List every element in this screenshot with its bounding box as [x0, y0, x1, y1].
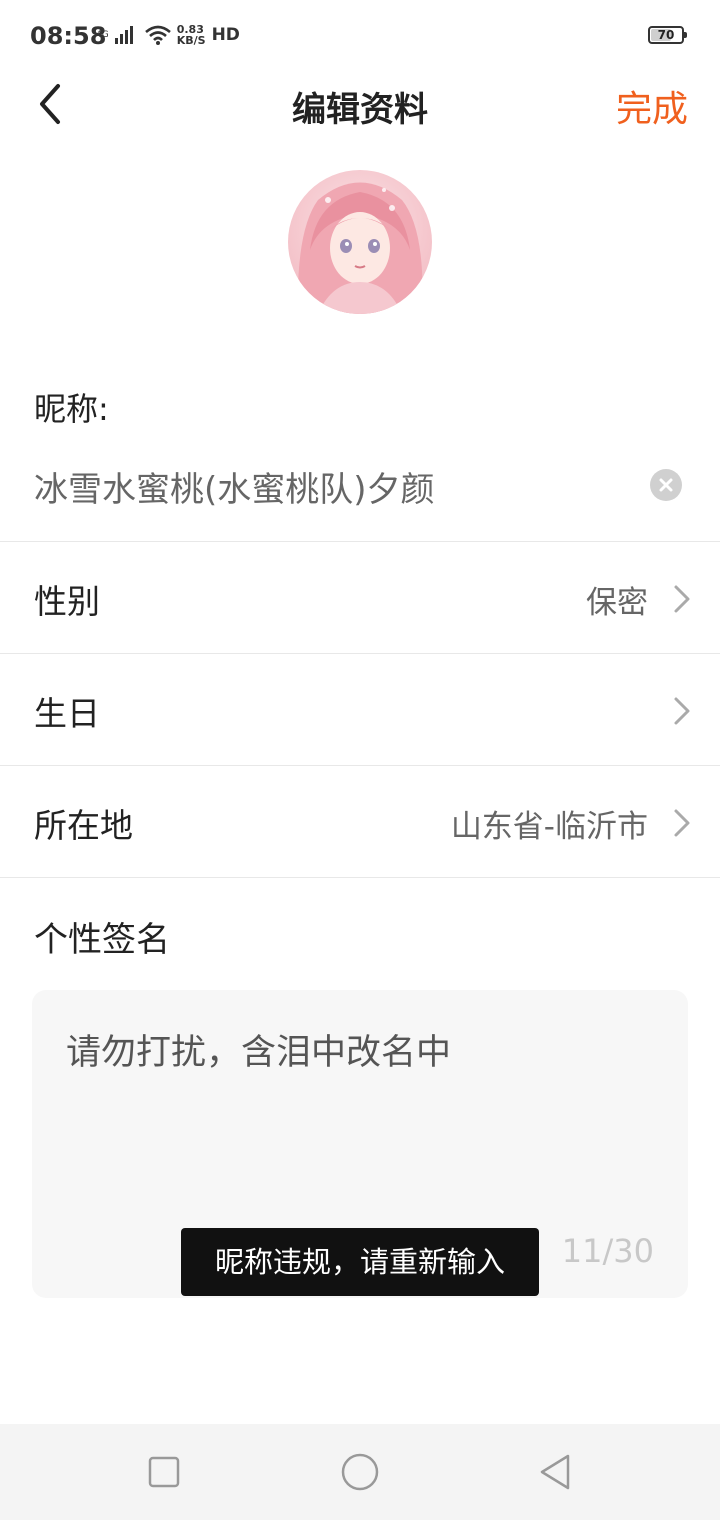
- battery-level: 70: [657, 28, 675, 42]
- status-bar: 08:58 4G 0.83 KB/S HD 70: [0, 0, 720, 72]
- chevron-right-icon: [674, 697, 690, 725]
- location-label: 所在地: [34, 806, 133, 845]
- toast-message: 昵称违规，请重新输入: [181, 1228, 539, 1296]
- wifi-icon: [144, 25, 171, 45]
- network-type: 4G: [96, 29, 109, 40]
- gender-row[interactable]: 性别 保密: [0, 543, 720, 653]
- net-speed-unit: KB/S: [176, 34, 206, 47]
- header: 编辑资料 完成: [0, 72, 720, 136]
- chevron-right-icon: [674, 585, 690, 613]
- avatar[interactable]: [288, 170, 432, 314]
- nickname-input[interactable]: [34, 458, 634, 514]
- clear-button[interactable]: [650, 469, 682, 501]
- done-button[interactable]: 完成: [616, 80, 688, 132]
- circle-icon[interactable]: [340, 1452, 380, 1492]
- location-value: 山东省-临沂市: [450, 809, 648, 845]
- battery-icon: 70: [648, 26, 687, 44]
- signature-label: 个性签名: [34, 920, 170, 960]
- hd-icon: HD: [211, 25, 240, 45]
- status-icons: 4G 0.83 KB/S HD: [96, 24, 240, 46]
- signature-text: 请勿打扰，含泪中改名中: [66, 1033, 452, 1073]
- square-icon[interactable]: [144, 1452, 184, 1492]
- divider: [0, 541, 720, 542]
- nickname-label: 昵称:: [34, 390, 109, 428]
- birthday-row[interactable]: 生日: [0, 655, 720, 765]
- edit-profile-screen: 08:58 4G 0.83 KB/S HD 70 编辑资料 完成 昵称: 冰雪水…: [0, 0, 720, 1520]
- divider: [0, 653, 720, 654]
- signature-counter: 11/30: [561, 1232, 654, 1270]
- anime-girl-avatar-icon: [288, 170, 432, 314]
- signal-icon: [114, 26, 133, 44]
- page-title: 编辑资料: [292, 90, 428, 130]
- location-row[interactable]: 所在地 山东省-临沂市: [0, 767, 720, 877]
- net-speed: 0.83 KB/S: [177, 24, 206, 46]
- status-time: 08:58: [30, 22, 107, 50]
- chevron-right-icon: [674, 809, 690, 837]
- divider: [0, 877, 720, 878]
- gender-value: 保密: [586, 585, 648, 621]
- close-icon: [659, 478, 673, 492]
- triangle-back-icon[interactable]: [536, 1452, 576, 1492]
- navigation-bar: [0, 1424, 720, 1520]
- divider: [0, 765, 720, 766]
- birthday-label: 生日: [34, 694, 100, 733]
- gender-label: 性别: [34, 582, 100, 621]
